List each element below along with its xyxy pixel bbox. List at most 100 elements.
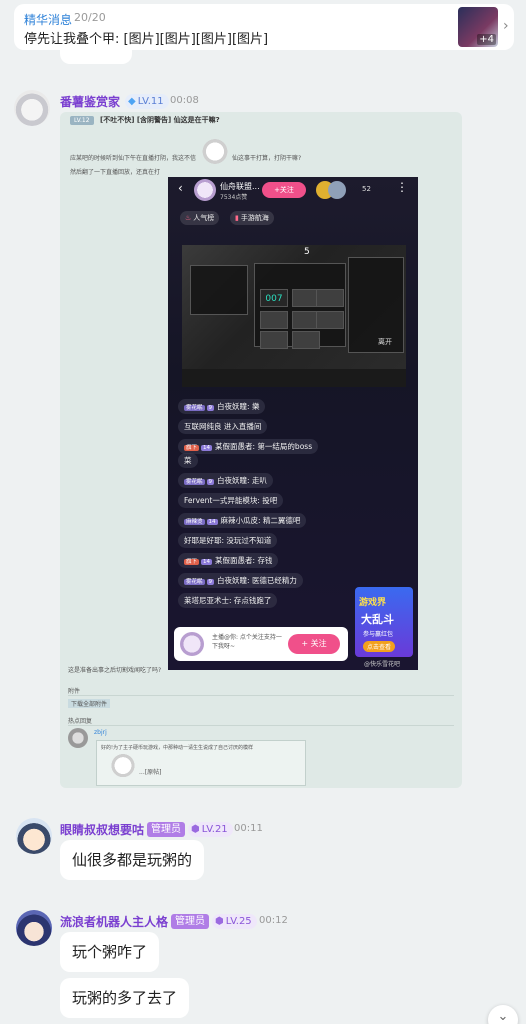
game-timer: 007 xyxy=(260,289,288,307)
live-comment: 麻辣烫 14 麻辣小瓜皮: 精二翼德吧 xyxy=(178,513,307,528)
divider xyxy=(68,725,454,726)
double-chevron-down-icon[interactable]: ⌄ xyxy=(488,1005,518,1024)
game-video-frame: 5 007 离开 xyxy=(182,245,406,387)
post-title: [不吐不快] [含阴警告] 仙这是在干嘛? xyxy=(100,116,220,124)
comment-text: 好耶是好耶: 没玩过不知道 xyxy=(184,536,272,545)
back-arrow-icon: ‹ xyxy=(178,181,183,195)
game-exit: 离开 xyxy=(378,338,392,346)
avatar[interactable] xyxy=(16,818,52,854)
bar-icon: ▮ xyxy=(235,214,239,222)
level-text: LV.11 xyxy=(137,96,164,107)
game-tile xyxy=(260,311,288,329)
comment-level: 14 xyxy=(201,445,213,451)
live-comment: 雾花眠 9 白夜妖瞳: 走叭 xyxy=(178,473,273,488)
game-level-number: 5 xyxy=(304,247,310,257)
comment-user: 白夜妖瞳 xyxy=(217,476,248,485)
post-level-tag: LV.12 xyxy=(70,116,94,125)
pinned-highlight-bar[interactable]: 精华消息 20/20 停先让我叠个甲: [图片][图片][图片][图片] +4 … xyxy=(14,4,514,50)
level-text: LV.25 xyxy=(225,916,252,927)
comment-text: 莱塔尼亚术士: 存点钱跑了 xyxy=(184,596,272,605)
flame-icon: ♨ xyxy=(185,214,192,222)
avatar[interactable] xyxy=(14,90,50,126)
divider xyxy=(68,695,454,696)
follow-button: +关注 xyxy=(262,182,306,198)
more-vertical-icon: ⋮ xyxy=(396,180,408,194)
message-bubble[interactable]: 仙很多都是玩粥的 xyxy=(60,840,205,880)
live-comment: 旗下 14 某假面愚者: 第一结局的boss xyxy=(178,439,319,454)
pinned-thumbnail[interactable]: +4 xyxy=(458,7,498,47)
comment-level: 14 xyxy=(206,519,218,525)
comment-level: 14 xyxy=(201,559,213,565)
reply-username: zbjrj xyxy=(94,729,107,736)
sticker-image xyxy=(200,138,230,168)
watermark-text: @快乐雪花吧 xyxy=(364,661,401,668)
sender-name[interactable]: 流浪者机器人主人格 xyxy=(60,913,168,930)
ad-sub: 参与赢红包 xyxy=(363,631,394,638)
ad-title-1: 游戏界 xyxy=(359,598,387,608)
comment-level: 9 xyxy=(206,579,215,585)
message-bubble[interactable]: 玩个粥咋了 xyxy=(60,932,160,972)
reply-quote-box: 好的!为了主子硬币玩游戏，中那种动一请生生说成了自己讨厌的模样 ...[原帖] xyxy=(96,740,306,786)
fan-badge: 雾花眠 xyxy=(184,405,205,411)
live-comment: 雾花眠 9 白夜妖瞳: 医德已经精力 xyxy=(178,573,303,588)
comment-text: Fervent一式异能模块: 投吧 xyxy=(184,496,278,505)
comment-text: 第一结局的boss xyxy=(257,442,313,451)
post-line-1b: 仙这事干打算，打阴干嘛? xyxy=(232,155,302,162)
fan-badge: 旗下 xyxy=(184,559,200,565)
comment-text: 存钱 xyxy=(257,556,273,565)
level-badge: ⬢ LV.21 xyxy=(188,822,233,837)
game-bottom-bar xyxy=(182,369,406,387)
pinned-count: 20/20 xyxy=(74,11,106,24)
fan-badge: 雾花眠 xyxy=(184,579,205,585)
sender-name[interactable]: 番薯鉴赏家 xyxy=(60,93,120,110)
post-line-2: 然后翻了一下直播回放，还真在打 xyxy=(70,169,161,176)
fan-badge: 麻辣烫 xyxy=(184,519,205,525)
ad-cta: 点击查看 xyxy=(363,641,396,652)
thumbnail-count-badge: +4 xyxy=(477,34,496,45)
post-line-1: 应某吧的时候听到仙下午在直播打阴，我这不信 xyxy=(70,155,197,162)
level-badge: ◆ LV.11 xyxy=(125,94,169,109)
comment-user: 白夜妖瞳 xyxy=(217,576,248,585)
game-tile xyxy=(316,289,344,307)
room-name: 仙舟联盟... xyxy=(220,182,260,191)
pinned-title: 精华消息 xyxy=(24,13,73,27)
chevron-right-icon[interactable]: › xyxy=(503,18,509,34)
chip-popularity: ♨ 人气榜 xyxy=(180,211,220,225)
live-comment: 互联网纯良 进入直播间 xyxy=(178,419,268,434)
hexagon-icon: ⬢ xyxy=(215,916,224,927)
sender-name[interactable]: 眼睛叔叔想要咕 xyxy=(60,821,144,838)
attachments-label: 附件 xyxy=(68,688,81,695)
admin-badge: 管理员 xyxy=(171,914,209,929)
popup-text: 主播@你: 点个关注支持一下我呀~ xyxy=(212,634,282,650)
popup-avatar xyxy=(180,632,204,656)
comment-text: 走叭 xyxy=(251,476,267,485)
room-likes: 7534点赞 xyxy=(220,194,248,201)
reply-more-link: ...[原帖] xyxy=(139,769,162,776)
viewer-count: 52 xyxy=(362,185,371,193)
comment-text: 互联网纯良 进入直播间 xyxy=(184,422,262,431)
game-panel-right xyxy=(348,257,404,353)
comment-text: 菜 xyxy=(184,456,192,465)
reply-sticker xyxy=(109,753,137,781)
post-question: 这是准备出事之后切割戏闻吃了吗? xyxy=(68,667,162,674)
live-comment: 菜 xyxy=(178,453,198,468)
hexagon-icon: ⬢ xyxy=(191,824,200,835)
avatar[interactable] xyxy=(16,910,52,946)
ad-title-2: 大乱斗 xyxy=(361,613,394,626)
forwarded-post-card[interactable]: LV.12 [不吐不快] [含阴警告] 仙这是在干嘛? 应某吧的时候听到仙下午在… xyxy=(60,112,462,788)
live-comment: 好耶是好耶: 没玩过不知道 xyxy=(178,533,278,548)
level-text: LV.21 xyxy=(201,824,228,835)
game-panel-left xyxy=(190,265,248,315)
fan-badge: 旗下 xyxy=(184,445,200,451)
livestream-screenshot[interactable]: ‹ 仙舟联盟... 7534点赞 +关注 52 ⋮ ♨ 人气榜 ▮ 手游航海 5 0… xyxy=(168,177,418,670)
message-bubble[interactable]: 玩粥的多了去了 xyxy=(60,978,190,1018)
comment-level: 9 xyxy=(206,479,215,485)
live-comment: 莱塔尼亚术士: 存点钱跑了 xyxy=(178,593,278,608)
streamer-avatar xyxy=(194,179,216,201)
message-time: 00:11 xyxy=(234,823,263,834)
chip-category: ▮ 手游航海 xyxy=(230,211,274,225)
comment-text: 樂 xyxy=(251,402,260,411)
diamond-icon: ◆ xyxy=(128,96,136,107)
comment-level: 9 xyxy=(206,405,215,411)
game-tile xyxy=(316,311,344,329)
